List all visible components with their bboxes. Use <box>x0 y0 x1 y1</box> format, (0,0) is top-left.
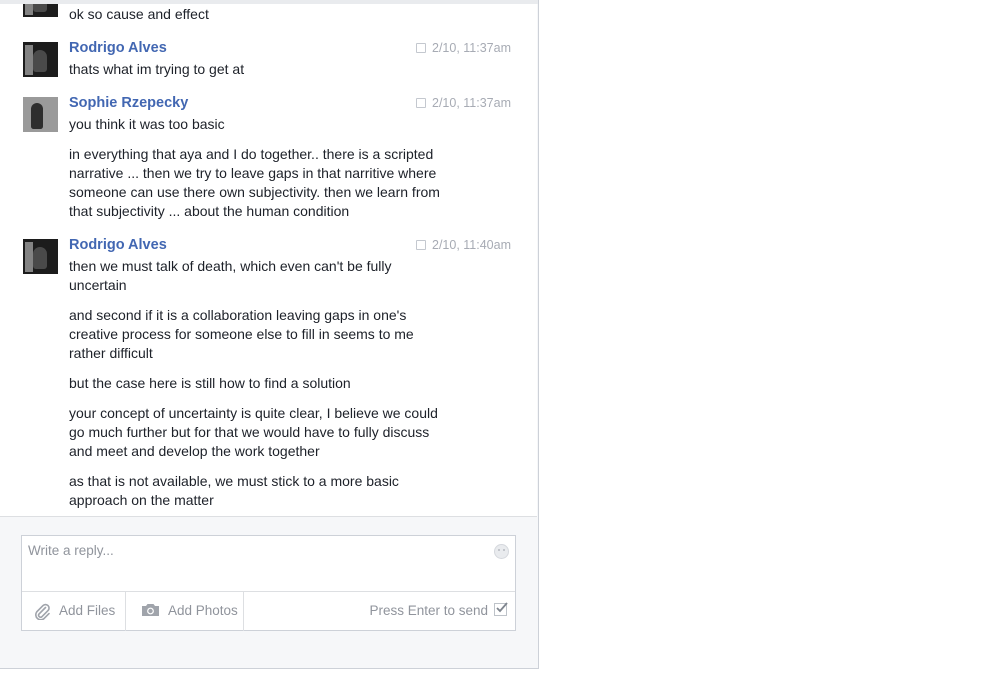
message-timestamp: 2/10, 11:37am <box>416 41 511 55</box>
avatar-rodrigo-alves[interactable] <box>23 42 58 77</box>
message-text: you think it was too basic <box>69 116 225 132</box>
reply-input[interactable] <box>28 540 468 560</box>
add-files-button[interactable]: Add Files <box>22 592 126 631</box>
message-text: as that is not available, we must stick … <box>69 473 399 508</box>
author-name[interactable]: Rodrigo Alves <box>69 237 167 253</box>
seen-icon <box>416 43 426 53</box>
message-text: then we must talk of death, which even c… <box>69 258 392 293</box>
seen-icon <box>416 98 426 108</box>
avatar-rodrigo-alves[interactable] <box>23 239 58 274</box>
add-files-label: Add Files <box>59 603 116 618</box>
paperclip-icon <box>35 603 50 620</box>
author-name[interactable]: Sophie Rzepecky <box>69 95 188 111</box>
chat-panel: ok so cause and effect Rodrigo Alves 2/1… <box>0 0 539 669</box>
avatar[interactable] <box>23 4 58 17</box>
author-name[interactable]: Rodrigo Alves <box>69 40 167 56</box>
press-enter-to-send-toggle[interactable]: Press Enter to send <box>369 602 508 618</box>
message-text: your concept of uncertainty is quite cle… <box>69 405 438 459</box>
press-enter-label: Press Enter to send <box>369 603 488 618</box>
checkbox-icon[interactable] <box>494 602 508 616</box>
message-text: ok so cause and effect <box>69 6 209 22</box>
camera-icon <box>142 604 159 616</box>
add-photos-label: Add Photos <box>168 603 238 618</box>
message-thread[interactable]: ok so cause and effect Rodrigo Alves 2/1… <box>0 4 537 517</box>
message-text: thats what im trying to get at <box>69 61 245 77</box>
composer-toolbar: Add Files Add Photos Press Enter to send <box>22 591 515 631</box>
reply-composer: Add Files Add Photos Press Enter to send <box>21 535 516 631</box>
avatar-sophie-rzepecky[interactable] <box>23 97 58 132</box>
emoji-icon[interactable] <box>494 544 509 559</box>
seen-icon <box>416 240 426 250</box>
message-text: and second if it is a collaboration leav… <box>69 307 414 361</box>
message-text: in everything that aya and I do together… <box>69 146 440 219</box>
message-text: but the case here is still how to find a… <box>69 375 351 391</box>
message-timestamp: 2/10, 11:40am <box>416 238 511 252</box>
message-timestamp: 2/10, 11:37am <box>416 96 511 110</box>
add-photos-button[interactable]: Add Photos <box>126 592 244 631</box>
